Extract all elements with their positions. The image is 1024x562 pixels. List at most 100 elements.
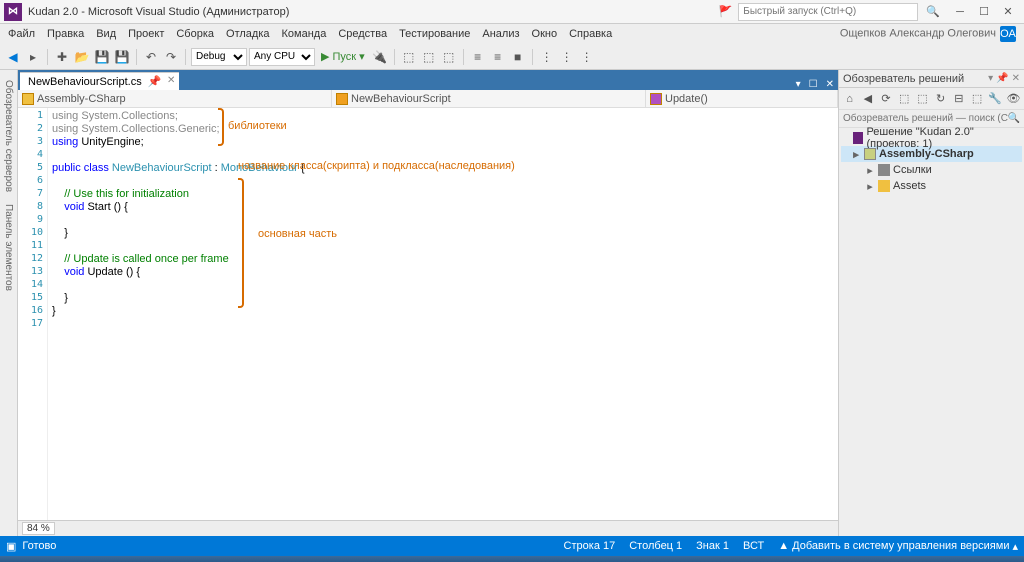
solution-explorer: Обозреватель решений ▾ 📌 ✕ ⌂ ◀ ⟳ ⬚ ⬚ ↻ ⊟… [838, 70, 1024, 536]
tb-icon-7[interactable]: ⋮ [538, 48, 556, 66]
status-line: Строка 17 [564, 540, 616, 552]
tab-pin-icon[interactable]: 📌 [148, 75, 162, 88]
code-editor[interactable]: 1234567891011121314151617 using System.C… [18, 108, 838, 520]
status-col: Столбец 1 [629, 540, 682, 552]
statusbar: ▣ Готово Строка 17 Столбец 1 Знак 1 ВСТ … [0, 536, 1024, 556]
annot-main: основная часть [258, 228, 337, 241]
minimize-button[interactable]: ─ [948, 3, 972, 21]
sol-home-icon[interactable]: ⌂ [841, 90, 858, 108]
sol-properties-icon[interactable]: 🔧 [987, 90, 1004, 108]
notification-icon[interactable]: 🚩 [719, 5, 733, 18]
save-button[interactable]: 💾 [93, 48, 111, 66]
menu-view[interactable]: Вид [90, 26, 122, 42]
menu-edit[interactable]: Правка [41, 26, 90, 42]
undo-button[interactable]: ↶ [142, 48, 160, 66]
new-item-button[interactable]: ✚ [53, 48, 71, 66]
brace-lib [218, 108, 224, 146]
annot-lib: библиотеки [228, 120, 287, 133]
menu-debug[interactable]: Отладка [220, 26, 275, 42]
sol-tb-4[interactable]: ⬚ [896, 90, 913, 108]
tb-icon-4[interactable]: ≡ [469, 48, 487, 66]
line-gutter: 1234567891011121314151617 [18, 108, 48, 520]
tb-icon-8[interactable]: ⋮ [558, 48, 576, 66]
tab-close-icon[interactable]: ✕ [167, 75, 175, 86]
platform-select[interactable]: Any CPU [249, 48, 315, 66]
tabwell-maximize[interactable]: ☐ [805, 79, 822, 90]
toolbox-tab[interactable]: Панель элементов [3, 204, 14, 291]
project-icon [22, 93, 34, 105]
tb-icon-3[interactable]: ⬚ [440, 48, 458, 66]
sol-back-icon[interactable]: ◀ [859, 90, 876, 108]
sol-showall-icon[interactable]: ⬚ [968, 90, 985, 108]
solution-header: Обозреватель решений ▾ 📌 ✕ [839, 70, 1024, 88]
menu-team[interactable]: Команда [276, 26, 333, 42]
references-icon [878, 164, 890, 176]
menu-project[interactable]: Проект [122, 26, 170, 42]
tab-label: NewBehaviourScript.cs [28, 76, 142, 88]
menu-tools[interactable]: Средства [332, 26, 393, 42]
status-ready: Готово [22, 540, 56, 552]
menu-file[interactable]: Файл [2, 26, 41, 42]
tree-assets[interactable]: ▸Assets [841, 178, 1022, 194]
brace-main [238, 178, 244, 308]
user-label[interactable]: Ощепков Александр ОлеговичОА [840, 26, 1022, 42]
close-button[interactable]: ✕ [996, 3, 1020, 21]
back-button[interactable]: ◀ [4, 48, 22, 66]
tree-references[interactable]: ▸Ссылки [841, 162, 1022, 178]
panel-close-icon[interactable]: ✕ [1012, 73, 1020, 84]
tab-newbehaviourscript[interactable]: NewBehaviourScript.cs 📌 ✕ [20, 72, 179, 90]
menu-build[interactable]: Сборка [170, 26, 220, 42]
redo-button[interactable]: ↷ [162, 48, 180, 66]
taskbar [0, 556, 1024, 562]
menu-analyze[interactable]: Анализ [476, 26, 525, 42]
attach-button[interactable]: 🔌 [371, 48, 389, 66]
sol-tb-5[interactable]: ⬚ [914, 90, 931, 108]
tb-icon-5[interactable]: ≡ [489, 48, 507, 66]
maximize-button[interactable]: ☐ [972, 3, 996, 21]
solution-tree[interactable]: Решение "Kudan 2.0" (проектов: 1) ▸Assem… [839, 128, 1024, 536]
sol-collapse-icon[interactable]: ⊟ [950, 90, 967, 108]
run-button[interactable]: Пуск ▾ [317, 50, 369, 63]
open-button[interactable]: 📂 [73, 48, 91, 66]
search-icon[interactable]: 🔍 [1008, 113, 1020, 124]
menu-help[interactable]: Справка [563, 26, 618, 42]
tb-icon-9[interactable]: ⋮ [578, 48, 596, 66]
menu-window[interactable]: Окно [526, 26, 564, 42]
tb-icon-1[interactable]: ⬚ [400, 48, 418, 66]
save-all-button[interactable]: 💾 [113, 48, 131, 66]
class-icon [336, 93, 348, 105]
document-tabs: NewBehaviourScript.cs 📌 ✕ ▾ ☐ ✕ [18, 70, 838, 90]
left-rail: Обозреватель серверов Панель элементов [0, 70, 18, 536]
tree-solution[interactable]: Решение "Kudan 2.0" (проектов: 1) [841, 130, 1022, 146]
status-badge-icon: ▣ [6, 540, 16, 553]
nav-scope[interactable]: Assembly-CSharp [18, 90, 332, 107]
csharp-project-icon [864, 148, 876, 160]
status-version-control[interactable]: ▲ Добавить в систему управления версиями… [778, 540, 1018, 553]
nav-class[interactable]: NewBehaviourScript [332, 90, 646, 107]
tabwell-dropdown[interactable]: ▾ [792, 79, 805, 90]
server-explorer-tab[interactable]: Обозреватель серверов [3, 80, 14, 192]
annot-class: название класса(скрипта) и подкласса(нас… [238, 160, 515, 173]
forward-button[interactable]: ▸ [24, 48, 42, 66]
status-ins: ВСТ [743, 540, 764, 552]
search-icon[interactable]: 🔍 [926, 5, 940, 18]
quick-launch-input[interactable] [738, 3, 918, 21]
sol-refresh-icon[interactable]: ↻ [932, 90, 949, 108]
config-select[interactable]: Debug [191, 48, 247, 66]
tb-icon-2[interactable]: ⬚ [420, 48, 438, 66]
solution-search-input[interactable] [843, 113, 1008, 124]
sol-preview-icon[interactable]: 👁 [1005, 90, 1022, 108]
user-avatar-icon: ОА [1000, 26, 1016, 42]
menu-test[interactable]: Тестирование [393, 26, 476, 42]
code-area[interactable]: using System.Collections; using System.C… [48, 108, 838, 520]
titlebar: ⋈ Kudan 2.0 - Microsoft Visual Studio (А… [0, 0, 1024, 24]
tb-icon-6[interactable]: ■ [509, 48, 527, 66]
nav-member[interactable]: Update() [646, 90, 838, 107]
panel-dropdown-icon[interactable]: ▾ [988, 73, 993, 84]
zoom-select[interactable]: 84 % [22, 522, 55, 535]
navigation-bar: Assembly-CSharp NewBehaviourScript Updat… [18, 90, 838, 108]
vs-logo-icon: ⋈ [4, 3, 22, 21]
tabwell-close[interactable]: ✕ [822, 79, 838, 90]
panel-pin-icon[interactable]: 📌 [996, 73, 1008, 84]
sol-sync-icon[interactable]: ⟳ [877, 90, 894, 108]
